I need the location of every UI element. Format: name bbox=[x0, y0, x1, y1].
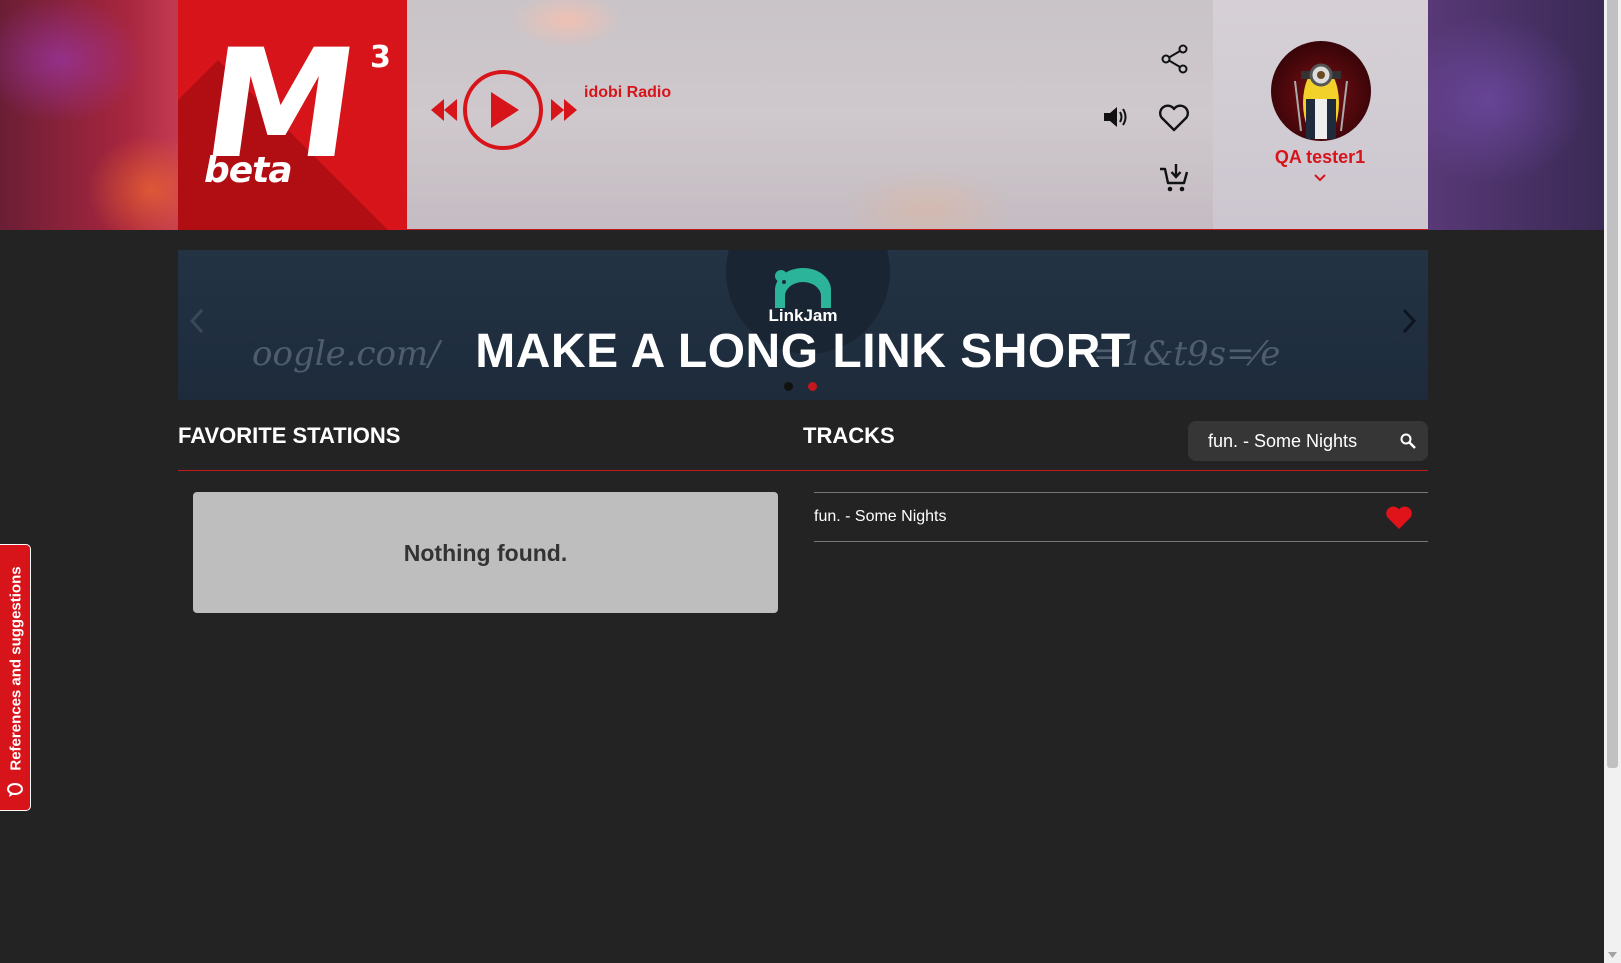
site-logo[interactable]: M 3 beta bbox=[178, 0, 407, 230]
heart-outline-icon bbox=[1159, 104, 1189, 132]
track-search bbox=[1188, 421, 1428, 461]
track-list: fun. - Some Nights bbox=[814, 492, 1428, 542]
carousel-dot-2[interactable] bbox=[808, 382, 818, 391]
carousel-dots bbox=[784, 378, 828, 396]
track-favorite-button[interactable] bbox=[1385, 506, 1413, 535]
section-divider bbox=[178, 470, 1428, 471]
logo-superscript: 3 bbox=[370, 40, 391, 75]
track-title[interactable]: fun. - Some Nights bbox=[814, 508, 947, 526]
feedback-tab[interactable]: References and suggestions bbox=[0, 544, 31, 811]
chat-bubble-icon bbox=[7, 783, 23, 797]
forward-button[interactable] bbox=[550, 97, 578, 123]
play-icon bbox=[491, 92, 519, 128]
search-input[interactable] bbox=[1208, 430, 1388, 452]
avatar[interactable] bbox=[1271, 41, 1371, 141]
empty-message: Nothing found. bbox=[403, 540, 568, 566]
user-name[interactable]: QA tester1 bbox=[1220, 147, 1420, 168]
share-button[interactable] bbox=[1160, 44, 1190, 79]
tracks-title: TRACKS bbox=[803, 423, 895, 448]
scroll-down-arrow-icon[interactable] bbox=[1608, 952, 1617, 958]
banner-next-button[interactable] bbox=[1402, 308, 1417, 339]
rewind-icon bbox=[431, 99, 457, 121]
chevron-down-icon bbox=[1314, 174, 1326, 182]
search-icon bbox=[1400, 433, 1416, 449]
banner-brand: LinkJam bbox=[768, 306, 838, 325]
station-name[interactable]: idobi Radio bbox=[584, 84, 671, 102]
volume-button[interactable] bbox=[1102, 104, 1130, 135]
linkjam-animal-icon bbox=[775, 268, 831, 308]
play-button[interactable] bbox=[463, 70, 543, 150]
favorite-stations-title: FAVORITE STATIONS bbox=[178, 423, 401, 448]
chevron-left-icon bbox=[189, 308, 204, 334]
feedback-label: References and suggestions bbox=[7, 566, 25, 771]
cart-add-icon bbox=[1160, 164, 1189, 192]
favorites-empty-state: Nothing found. bbox=[193, 492, 778, 613]
promo-banner[interactable]: LinkJam oogle.com/ =1&t9s=⁄e MAKE A LONG… bbox=[178, 250, 1428, 400]
scrollbar[interactable] bbox=[1604, 0, 1621, 963]
user-menu-toggle[interactable] bbox=[1314, 169, 1326, 187]
minion-avatar-icon bbox=[1294, 63, 1348, 139]
search-button[interactable] bbox=[1400, 433, 1416, 454]
add-to-cart-button[interactable] bbox=[1159, 163, 1189, 198]
banner-prev-button[interactable] bbox=[189, 308, 204, 339]
favorite-button[interactable] bbox=[1158, 104, 1190, 137]
fast-forward-icon bbox=[551, 99, 577, 121]
scrollbar-thumb[interactable] bbox=[1607, 0, 1618, 768]
banner-headline: MAKE A LONG LINK SHORT bbox=[475, 325, 1131, 378]
chevron-right-icon bbox=[1402, 308, 1417, 334]
heart-filled-icon bbox=[1386, 506, 1412, 529]
logo-beta-tag: beta bbox=[204, 150, 293, 191]
carousel-dot-1[interactable] bbox=[784, 382, 793, 391]
table-row[interactable]: fun. - Some Nights bbox=[814, 492, 1428, 542]
share-icon bbox=[1161, 44, 1188, 74]
volume-icon bbox=[1104, 107, 1127, 127]
rewind-button[interactable] bbox=[430, 97, 458, 123]
